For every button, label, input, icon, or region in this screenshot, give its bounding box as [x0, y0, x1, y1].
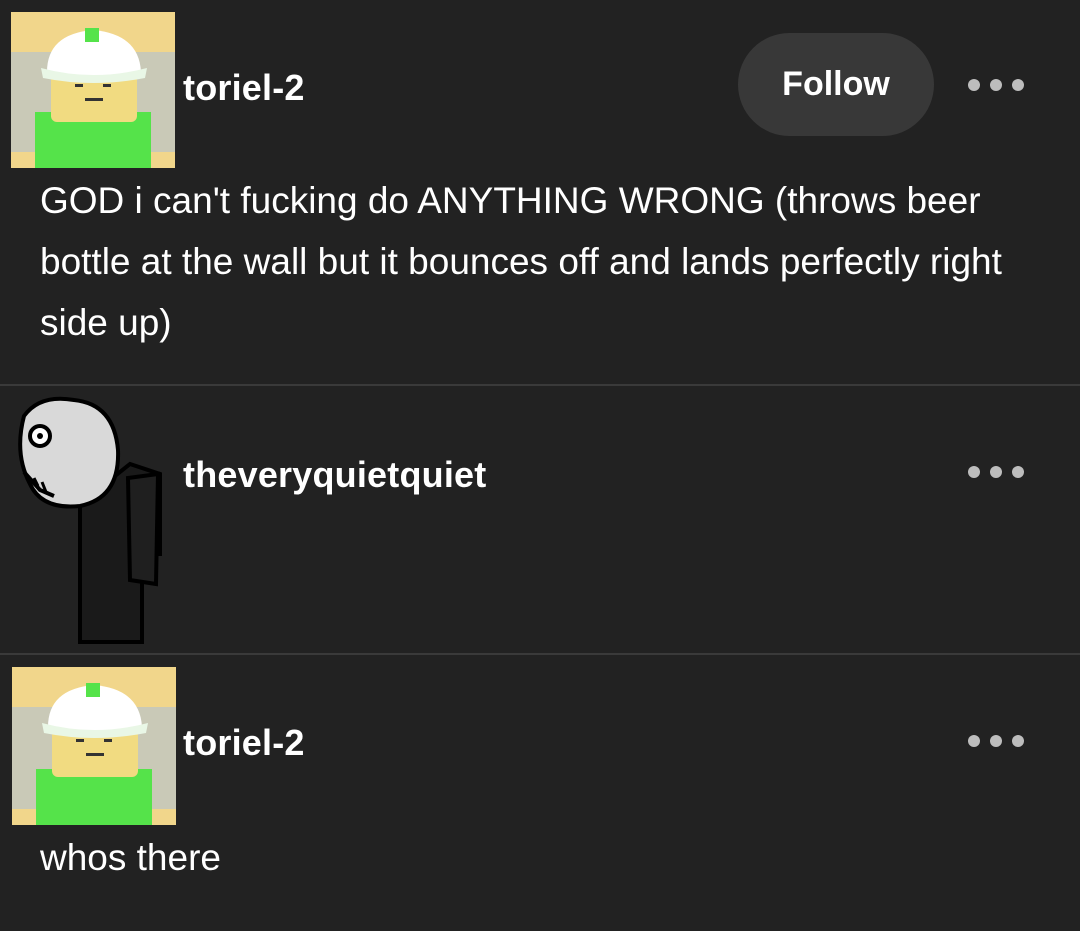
- ellipsis-icon: [990, 735, 1002, 747]
- roblox-avatar-icon: [12, 667, 176, 825]
- username[interactable]: toriel-2: [183, 722, 305, 764]
- avatar-toriel-2[interactable]: [12, 667, 176, 825]
- ellipsis-icon: [968, 466, 980, 478]
- post-3: toriel-2 whos there: [0, 655, 1080, 931]
- ellipsis-icon: [968, 79, 980, 91]
- more-options-button[interactable]: [968, 73, 1024, 97]
- username[interactable]: toriel-2: [183, 67, 305, 109]
- ellipsis-icon: [1012, 466, 1024, 478]
- post-body: whos there: [40, 837, 221, 878]
- avatar-theveryquietquiet[interactable]: [10, 394, 170, 646]
- more-options-button[interactable]: [968, 729, 1024, 753]
- ellipsis-icon: [990, 79, 1002, 91]
- username[interactable]: theveryquietquiet: [183, 454, 486, 496]
- follow-button[interactable]: Follow: [738, 33, 934, 136]
- ellipsis-icon: [968, 735, 980, 747]
- post-2: theveryquietquiet: [0, 386, 1080, 654]
- roblox-avatar-icon: [11, 12, 175, 168]
- more-options-button[interactable]: [968, 460, 1024, 484]
- drawn-figure-avatar-icon: [18, 396, 162, 644]
- ellipsis-icon: [990, 466, 1002, 478]
- ellipsis-icon: [1012, 79, 1024, 91]
- post-body: GOD i can't fucking do ANYTHING WRONG (t…: [40, 180, 1002, 343]
- ellipsis-icon: [1012, 735, 1024, 747]
- avatar-toriel-2[interactable]: [11, 12, 175, 168]
- post-1: toriel-2 Follow GOD i can't fucking do A…: [0, 0, 1080, 385]
